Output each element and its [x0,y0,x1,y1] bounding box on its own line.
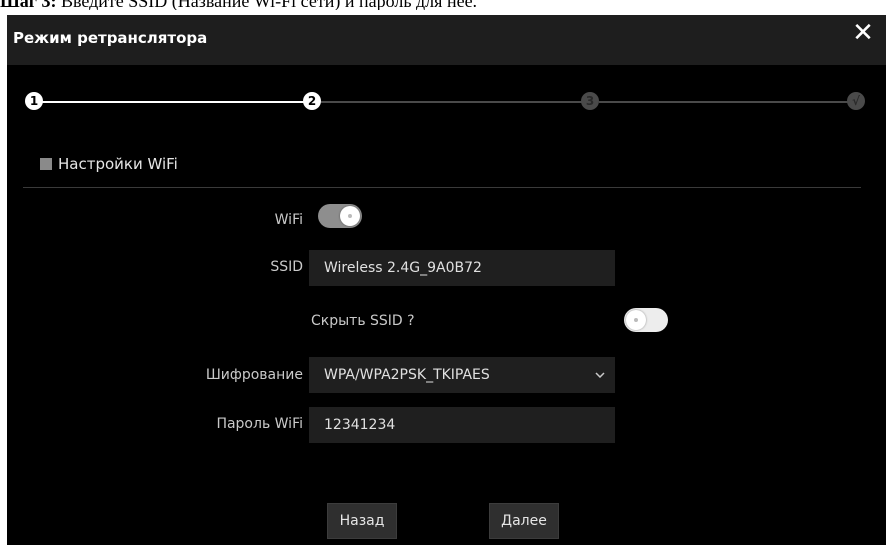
password-value: 12341234 [324,417,396,433]
step-connector-3 [599,101,851,103]
chevron-down-icon [595,357,605,393]
close-icon: ✕ [852,18,874,48]
password-input[interactable]: 12341234 [309,407,615,443]
encryption-select[interactable]: WPA/WPA2PSK_TKIPAES [309,357,615,393]
section-title: Настройки WiFi [40,155,178,173]
wifi-label: WiFi [274,212,303,228]
caption-step-label: Шаг 3: [0,0,57,10]
caption-text: Введите SSID (Название Wi-Fi сети) и пар… [56,0,478,10]
repeater-dialog: Режим ретранслятора ✕ 1 2 3 √ Настройки … [7,15,886,545]
section-divider [23,187,861,188]
back-button[interactable]: Назад [327,503,397,539]
encryption-value: WPA/WPA2PSK_TKIPAES [324,367,490,383]
close-button[interactable]: ✕ [840,15,886,51]
step-connector-2 [321,101,585,103]
next-button[interactable]: Далее [489,503,559,539]
instruction-caption: Шаг 3: Введите SSID (Название Wi-Fi сети… [0,0,886,10]
step-1-indicator: 1 [25,92,43,110]
hide-ssid-toggle-knob [626,310,646,330]
hide-ssid-toggle[interactable] [624,308,668,332]
step-connector-1 [39,101,307,103]
step-3-indicator: 3 [581,92,599,110]
dialog-header: Режим ретранслятора ✕ [7,15,886,65]
section-square-icon [40,158,52,170]
ssid-label: SSID [270,259,303,275]
ssid-input[interactable]: Wireless 2.4G_9A0B72 [309,250,615,286]
progress-stepper: 1 2 3 √ [25,91,865,111]
dialog-title: Режим ретранслятора [13,29,208,47]
step-2-indicator: 2 [303,92,321,110]
step-finish-indicator: √ [847,92,865,110]
encryption-label: Шифрование [205,367,303,383]
hide-ssid-label: Скрыть SSID ? [311,313,415,329]
section-title-text: Настройки WiFi [58,155,178,173]
ssid-value: Wireless 2.4G_9A0B72 [324,260,482,276]
wifi-toggle[interactable] [318,204,362,228]
password-label: Пароль WiFi [216,416,303,432]
wifi-toggle-knob [340,206,360,226]
